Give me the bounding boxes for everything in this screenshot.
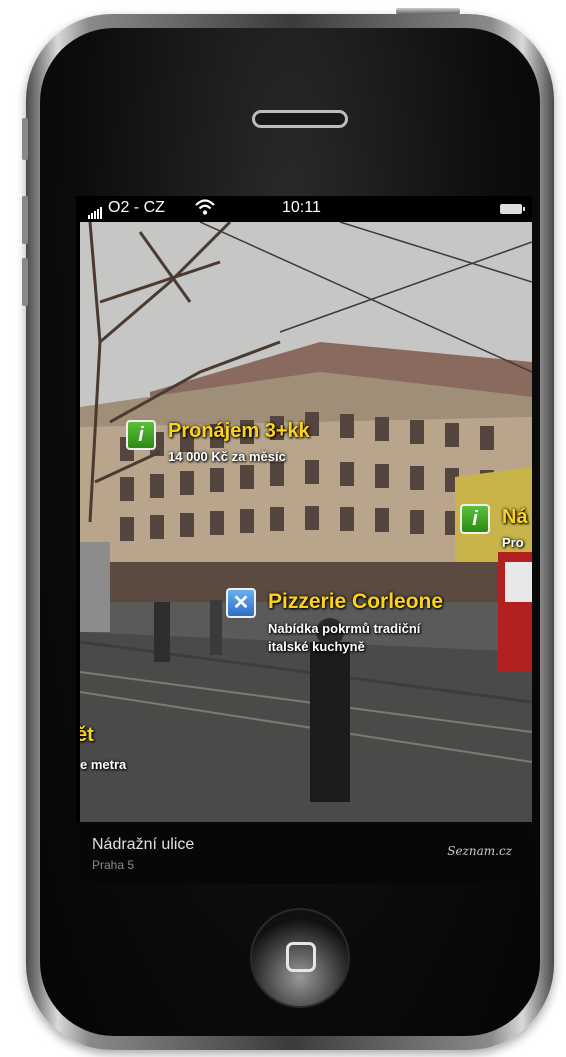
poi-title: Ná [502, 506, 528, 528]
signal-strength-icon [88, 201, 103, 219]
volume-up-button[interactable] [22, 196, 28, 244]
poi-subtitle: e metra [80, 757, 127, 772]
poi-label-apartment-rent[interactable]: i Pronájem 3+kk 14 000 Kč za měsíc [126, 418, 366, 468]
screen: O2 - CZ 10:11 i Pronájem 3+kk 14 000 Kč … [76, 196, 532, 884]
home-square-icon [286, 942, 316, 972]
status-time: 10:11 [282, 199, 321, 216]
poi-subtitle-line-1: Nabídka pokrmů tradiční [268, 621, 421, 636]
mute-switch[interactable] [22, 118, 28, 160]
poi-title: Pronájem 3+kk [168, 420, 310, 442]
info-icon: i [460, 504, 490, 534]
poi-label-partial-right[interactable]: i Ná Pro [460, 502, 532, 552]
sleep-wake-button[interactable] [396, 8, 460, 14]
carrier-name: O2 - CZ [108, 199, 165, 216]
street-name: Nádražní ulice [92, 836, 195, 853]
wifi-icon [194, 196, 216, 223]
poi-subtitle: 14 000 Kč za měsíc [168, 449, 286, 464]
camera-view[interactable]: i Pronájem 3+kk 14 000 Kč za měsíc i Ná … [80, 222, 532, 822]
status-bar: O2 - CZ 10:11 [76, 196, 532, 222]
poi-label-partial-left[interactable]: ět e metra [80, 722, 200, 772]
poi-subtitle: Pro [502, 535, 524, 550]
restaurant-icon: ✕ [226, 588, 256, 618]
poi-title: ět [80, 724, 94, 746]
home-button[interactable] [250, 908, 350, 1008]
poi-subtitle-line-2: italské kuchyně [268, 639, 365, 654]
poi-label-pizzeria[interactable]: ✕ Pizzerie Corleone Nabídka pokrmů tradi… [226, 588, 532, 668]
earpiece-speaker [252, 110, 348, 128]
location-info-bar: Nádražní ulice Praha 5 Seznam.cz [76, 822, 532, 884]
battery-icon [500, 204, 525, 214]
seznam-logo: Seznam.cz [447, 844, 512, 858]
district-name: Praha 5 [92, 858, 135, 872]
poi-title: Pizzerie Corleone [268, 590, 444, 613]
volume-down-button[interactable] [22, 258, 28, 306]
info-icon: i [126, 420, 156, 450]
